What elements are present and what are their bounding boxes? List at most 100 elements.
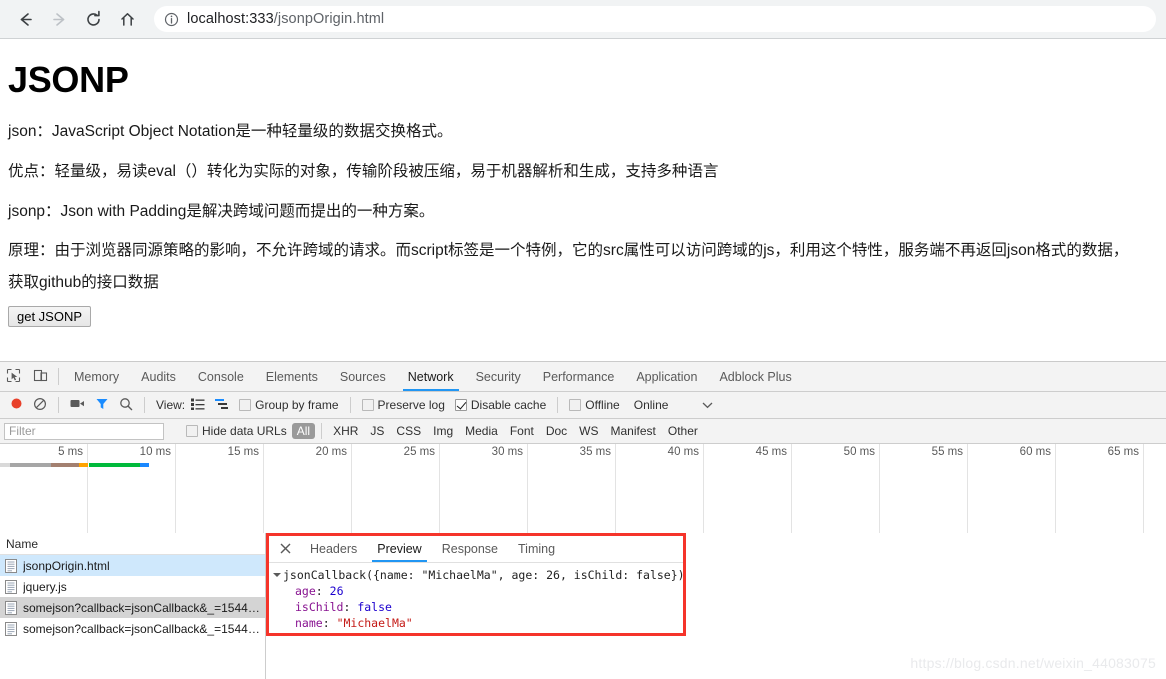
ruler-label: 15 ms <box>227 446 259 458</box>
filter-type-media[interactable]: Media <box>460 423 503 439</box>
filter-type-font[interactable]: Font <box>505 423 539 439</box>
capture-screenshots-button[interactable] <box>66 392 89 418</box>
offline-checkbox[interactable]: Offline <box>565 392 623 418</box>
filter-type-other[interactable]: Other <box>663 423 703 439</box>
tab-elements[interactable]: Elements <box>255 362 329 391</box>
tab-audits[interactable]: Audits <box>130 362 187 391</box>
filter-input[interactable] <box>4 422 164 440</box>
inspect-element-button[interactable] <box>0 362 27 391</box>
close-detail-button[interactable] <box>269 536 300 562</box>
hide-data-urls-label: Hide data URLs <box>202 424 287 438</box>
overview-segment-waiting <box>140 463 149 467</box>
throttling-value: Online <box>633 398 669 412</box>
property-colon: : <box>315 584 330 598</box>
checkbox-box <box>186 425 198 437</box>
tab-network[interactable]: Network <box>397 362 465 391</box>
funnel-icon <box>95 397 109 414</box>
detail-tab-response[interactable]: Response <box>432 536 508 562</box>
detail-tab-headers[interactable]: Headers <box>300 536 367 562</box>
overview-segment-download <box>89 463 140 467</box>
hide-data-urls-checkbox[interactable]: Hide data URLs <box>182 419 291 443</box>
request-list-header[interactable]: Name <box>0 533 265 555</box>
network-timeline-overview[interactable]: 5 ms 10 ms 15 ms 20 ms 25 ms 30 ms 35 ms… <box>0 444 1166 534</box>
filter-type-xhr[interactable]: XHR <box>328 423 363 439</box>
filter-type-img[interactable]: Img <box>428 423 458 439</box>
clear-no-entry-icon <box>33 397 47 414</box>
tab-sources[interactable]: Sources <box>329 362 397 391</box>
page-info-icon[interactable] <box>164 12 179 27</box>
divider <box>321 423 323 439</box>
tab-performance[interactable]: Performance <box>532 362 626 391</box>
record-button[interactable] <box>6 392 27 418</box>
ruler-label: 55 ms <box>931 446 963 458</box>
ruler-tick: 20 ms <box>264 444 352 533</box>
home-button[interactable] <box>112 4 142 34</box>
filter-type-manifest[interactable]: Manifest <box>606 423 661 439</box>
filter-toggle-button[interactable] <box>91 392 113 418</box>
table-row[interactable]: jquery.js <box>0 576 265 597</box>
preview-root-text: jsonCallback({name: "MichaelMa", age: 26… <box>283 568 685 582</box>
expand-triangle-icon[interactable] <box>273 573 281 577</box>
table-row[interactable]: somejson?callback=jsonCallback&_=15446… <box>0 618 265 639</box>
paragraph-principle: 原理：由于浏览器同源策略的影响，不允许跨域的请求。而script标签是一个特例，… <box>8 242 1129 260</box>
ruler-label: 40 ms <box>667 446 699 458</box>
url-path: /jsonpOrigin.html <box>273 11 385 27</box>
overview-segment-loading <box>10 463 51 467</box>
preview-root-row[interactable]: jsonCallback({name: "MichaelMa", age: 26… <box>273 567 683 583</box>
back-button[interactable] <box>10 4 40 34</box>
waterfall-view-icon <box>215 398 229 413</box>
document-icon <box>5 621 17 636</box>
filter-type-ws[interactable]: WS <box>574 423 603 439</box>
request-name: jquery.js <box>23 579 67 594</box>
detail-tabbar: Headers Preview Response Timing <box>269 536 683 563</box>
filter-type-js[interactable]: JS <box>365 423 389 439</box>
view-waterfall-button[interactable] <box>211 392 233 418</box>
ruler-label: 60 ms <box>1019 446 1051 458</box>
document-icon <box>5 579 17 594</box>
tab-security[interactable]: Security <box>465 362 532 391</box>
detail-tab-timing[interactable]: Timing <box>508 536 565 562</box>
tab-memory[interactable]: Memory <box>63 362 130 391</box>
overview-segment-scripting <box>51 463 79 467</box>
reload-button[interactable] <box>78 4 108 34</box>
address-bar[interactable]: localhost:333/jsonpOrigin.html <box>154 6 1156 32</box>
overview-segment-idle <box>0 463 10 467</box>
divider <box>557 397 559 413</box>
ruler-tick: 30 ms <box>440 444 528 533</box>
checkbox-box <box>569 399 582 411</box>
filter-type-css[interactable]: CSS <box>391 423 426 439</box>
tab-application[interactable]: Application <box>625 362 708 391</box>
ruler-label: 10 ms <box>139 446 171 458</box>
column-header-name: Name <box>6 536 39 551</box>
property-value: "MichaelMa" <box>336 616 413 630</box>
table-row[interactable]: somejson?callback=jsonCallback&_=15446… <box>0 597 265 618</box>
throttling-select[interactable]: Online <box>626 392 673 418</box>
filter-type-doc[interactable]: Doc <box>541 423 572 439</box>
preview-content: jsonCallback({name: "MichaelMa", age: 26… <box>269 563 683 631</box>
property-colon: : <box>343 600 358 614</box>
camera-icon <box>70 397 85 413</box>
search-button[interactable] <box>115 392 137 418</box>
toggle-device-toolbar-button[interactable] <box>27 362 54 391</box>
tab-console[interactable]: Console <box>187 362 255 391</box>
get-jsonp-button[interactable]: get JSONP <box>8 306 92 328</box>
clear-button[interactable] <box>29 392 51 418</box>
throttling-dropdown-button[interactable] <box>698 392 717 418</box>
forward-button[interactable] <box>44 4 74 34</box>
filter-type-all[interactable]: All <box>291 423 316 439</box>
preserve-log-checkbox[interactable]: Preserve log <box>358 392 449 418</box>
group-by-frame-label: Group by frame <box>255 398 339 412</box>
paragraph-advantages: 优点：轻量级，易读eval（）转化为实际的对象，传输阶段被压缩，易于机器解析和生… <box>8 162 719 180</box>
disable-cache-checkbox[interactable]: Disable cache <box>451 392 550 418</box>
checkbox-box <box>239 399 252 411</box>
preserve-log-label: Preserve log <box>377 398 445 412</box>
tab-adblock-plus[interactable]: Adblock Plus <box>708 362 802 391</box>
address-bar-text: localhost:333/jsonpOrigin.html <box>187 11 384 27</box>
ruler-label: 5 ms <box>58 446 83 458</box>
network-filter-bar: Hide data URLs All XHR JS CSS Img Media … <box>0 419 1166 444</box>
group-by-frame-checkbox[interactable]: Group by frame <box>235 392 342 418</box>
table-row[interactable]: jsonpOrigin.html <box>0 555 265 576</box>
divider <box>58 397 59 413</box>
view-list-button[interactable] <box>187 392 209 418</box>
detail-tab-preview[interactable]: Preview <box>367 536 431 562</box>
